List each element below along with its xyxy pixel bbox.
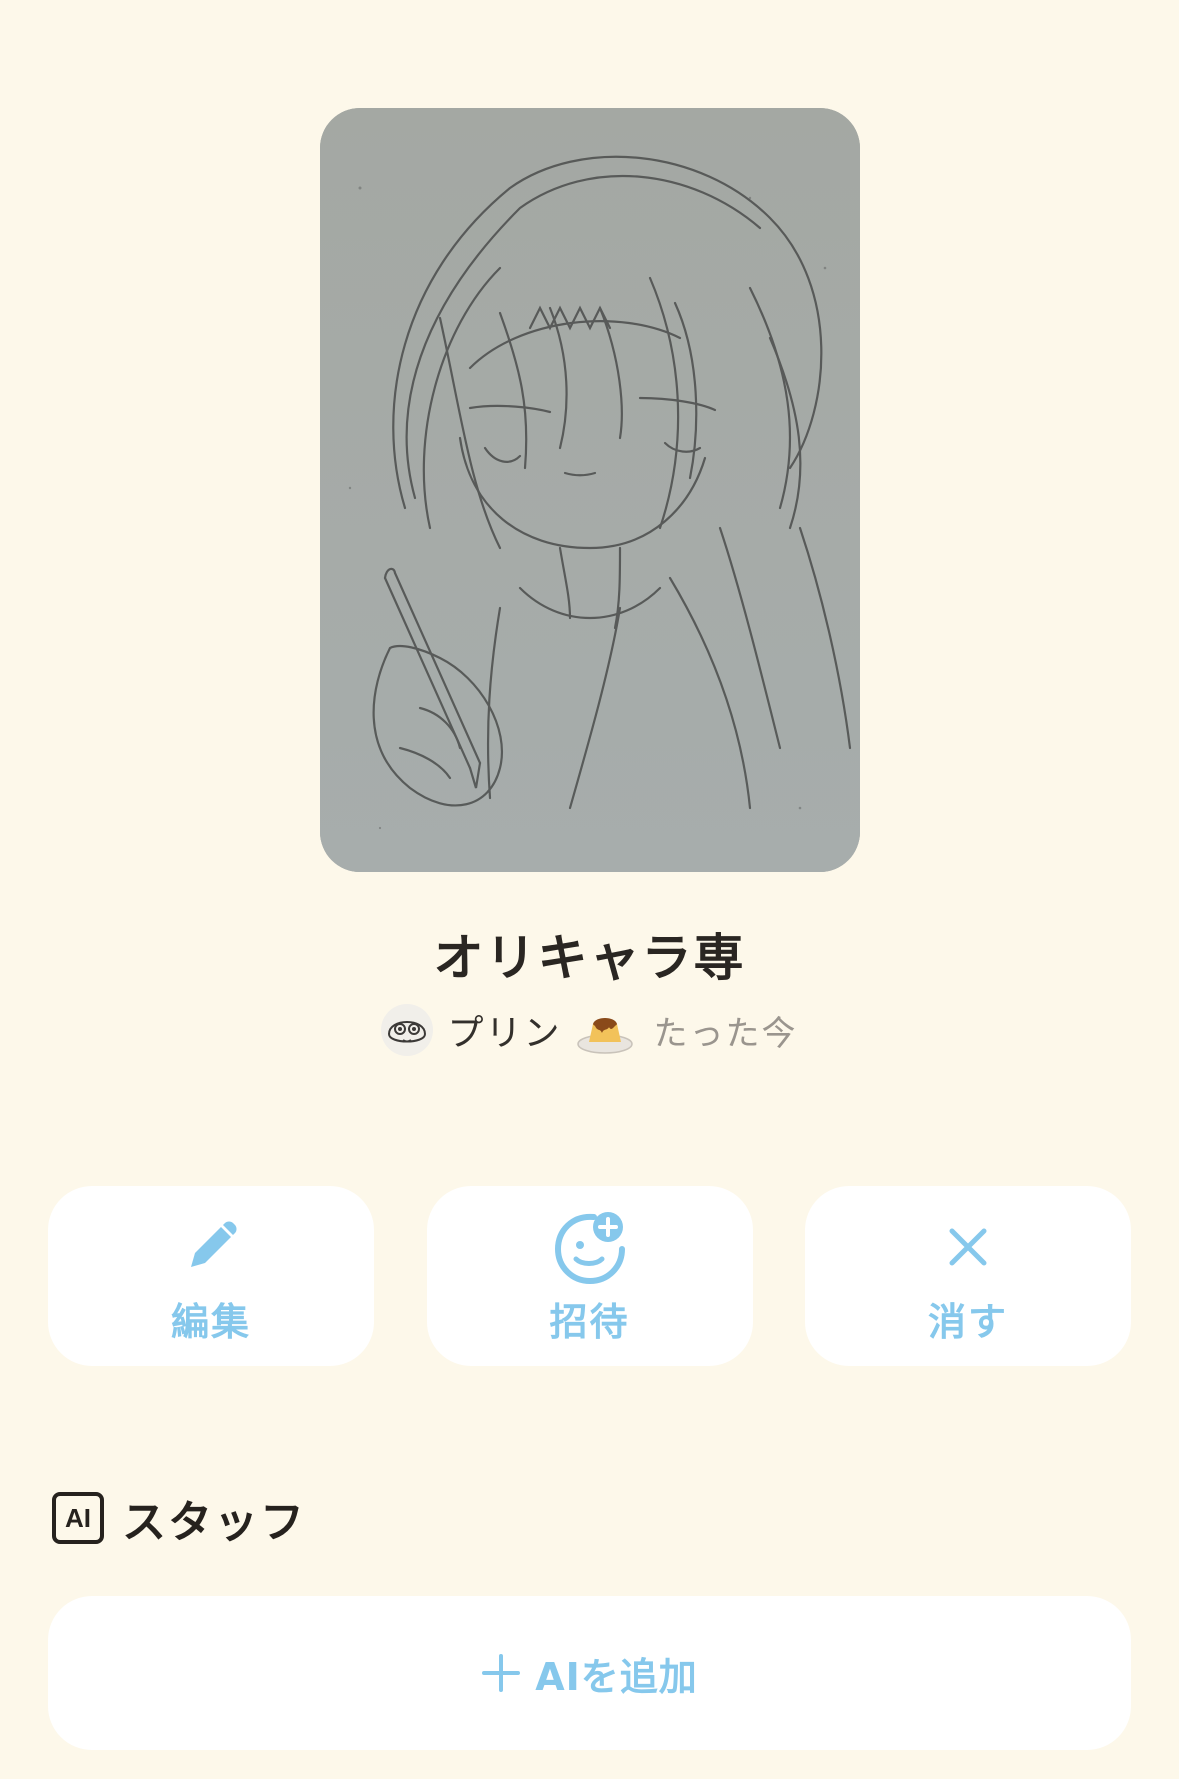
pudding-icon: [576, 1004, 634, 1056]
add-ai-button[interactable]: AIを追加: [48, 1596, 1131, 1750]
project-title: オリキャラ専: [433, 929, 746, 987]
timestamp: たった今: [653, 1013, 798, 1054]
edit-label: 編集: [170, 1299, 251, 1344]
cover-image: [320, 108, 860, 872]
add-person-icon: [550, 1207, 630, 1287]
invite-button[interactable]: 招待: [426, 1186, 753, 1366]
project-meta: プリン たった今: [0, 1004, 1179, 1056]
staff-section-header: AI スタッフ: [52, 1490, 306, 1548]
pencil-icon: [171, 1207, 251, 1287]
action-bar: 編集 招待 消す: [48, 1186, 1131, 1366]
close-icon: [928, 1207, 1008, 1287]
invite-label: 招待: [549, 1299, 630, 1344]
delete-button[interactable]: 消す: [805, 1186, 1131, 1366]
author-name: プリン: [447, 1013, 562, 1054]
add-ai-label: AIを追加: [535, 1654, 698, 1699]
staff-section-title: スタッフ: [122, 1497, 306, 1548]
avatar[interactable]: [381, 1004, 434, 1056]
ai-icon: AI: [52, 1492, 104, 1544]
edit-button[interactable]: 編集: [48, 1186, 374, 1366]
plus-icon: [481, 1653, 521, 1693]
delete-label: 消す: [927, 1299, 1008, 1344]
